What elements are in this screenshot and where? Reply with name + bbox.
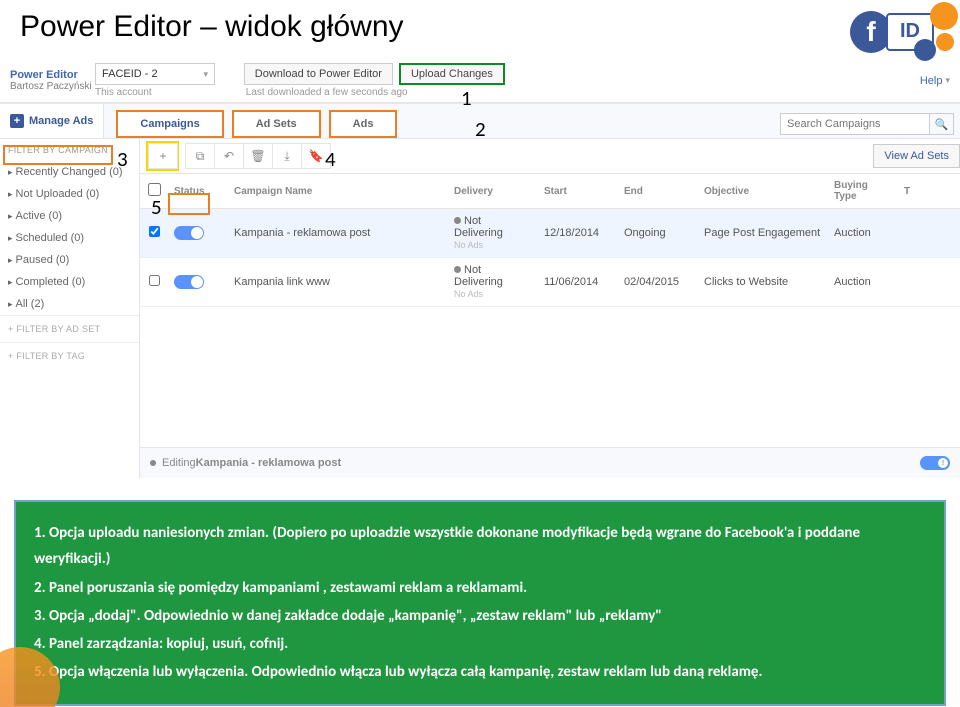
sidebar-item-label: Completed (0): [16, 276, 86, 288]
export-button[interactable]: ⤓: [272, 143, 302, 169]
annotation-1: 1: [461, 85, 472, 111]
table-header: Status Campaign Name Delivery Start End …: [140, 174, 960, 209]
sidebar-item-completed[interactable]: ▸Completed (0): [0, 271, 139, 293]
gear-icon: [914, 39, 936, 61]
col-start[interactable]: Start: [538, 180, 618, 203]
duplicate-button[interactable]: ⧉: [185, 143, 215, 169]
annotation-3: 3: [117, 146, 128, 172]
logo-area: f ID: [850, 4, 950, 59]
sidebar-item-label: Recently Changed (0): [16, 166, 123, 178]
sidebar-heading-tag[interactable]: FILTER BY TAG: [16, 351, 85, 361]
status-bar: Editing Kampania - reklamowa post !: [140, 447, 960, 478]
sidebar-item-scheduled[interactable]: ▸Scheduled (0): [0, 227, 139, 249]
start-date: 11/06/2014: [538, 270, 618, 294]
row-checkbox[interactable]: [149, 226, 160, 237]
sidebar-item-label: Not Uploaded (0): [16, 188, 100, 200]
col-objective[interactable]: Objective: [698, 180, 828, 203]
sidebar-item-paused[interactable]: ▸Paused (0): [0, 249, 139, 271]
main-area: FILTER BY CAMPAIGN ▸Recently Changed (0)…: [0, 139, 960, 478]
annotation-2: 2: [475, 116, 486, 142]
account-selector[interactable]: FACEID - 2: [95, 63, 215, 85]
info-line-5: 5. Opcja włączenia lub wyłączenia. Odpow…: [34, 659, 926, 685]
status-toggle[interactable]: [174, 226, 204, 240]
top-bar: Power Editor Bartosz Paczyński FACEID - …: [0, 59, 960, 103]
annotation-box-5: [168, 193, 210, 215]
plus-icon: +: [10, 114, 24, 128]
sidebar-item-not-uploaded[interactable]: ▸Not Uploaded (0): [0, 183, 139, 205]
start-date: 12/18/2014: [538, 221, 618, 245]
search-input[interactable]: [780, 113, 930, 135]
delivery-status: Not Delivering: [454, 215, 503, 239]
sidebar-item-label: All (2): [16, 298, 45, 310]
create-button[interactable]: +: [148, 143, 178, 169]
editing-name: Kampania - reklamowa post: [196, 457, 342, 469]
search-icon[interactable]: 🔍: [930, 113, 954, 135]
buying-type: Auction: [828, 221, 898, 245]
table-row[interactable]: Kampania link www Not DeliveringNo Ads 1…: [140, 258, 960, 307]
manage-ads-label: Manage Ads: [29, 115, 93, 127]
manage-ads-button[interactable]: + Manage Ads: [0, 104, 104, 138]
info-line-1: 1. Opcja uploadu naniesionych zmian. (Do…: [34, 520, 926, 573]
help-menu[interactable]: Help: [920, 75, 950, 87]
sidebar-item-label: Active (0): [16, 210, 62, 222]
sidebar-item-label: Scheduled (0): [16, 232, 85, 244]
objective: Clicks to Website: [698, 270, 828, 294]
account-sub: This account: [95, 87, 215, 98]
col-name[interactable]: Campaign Name: [228, 180, 448, 203]
tab-ad-sets[interactable]: Ad Sets: [232, 110, 321, 138]
table-row[interactable]: Kampania - reklamowa post Not Delivering…: [140, 209, 960, 258]
gear-icon: [936, 33, 954, 51]
sidebar-heading-adset[interactable]: FILTER BY AD SET: [16, 324, 100, 334]
tab-ads[interactable]: Ads: [329, 110, 398, 138]
info-box: 1. Opcja uploadu naniesionych zmian. (Do…: [14, 500, 946, 706]
col-buying-type[interactable]: Buying Type: [828, 174, 898, 208]
view-ad-sets-button[interactable]: View Ad Sets: [873, 144, 960, 168]
annotation-box-3: [3, 145, 113, 165]
campaign-name: Kampania - reklamowa post: [228, 221, 448, 245]
download-button[interactable]: Download to Power Editor: [244, 63, 393, 85]
annotation-4: 4: [325, 146, 336, 172]
upload-changes-button[interactable]: Upload Changes: [399, 63, 505, 85]
col-end[interactable]: End: [618, 180, 698, 203]
delete-button[interactable]: 🗑: [243, 143, 273, 169]
toolbar: + ⧉ ↶ 🗑 ⤓ 🔖 View Ad Sets: [140, 139, 960, 174]
delivery-sub: No Ads: [454, 240, 483, 250]
sidebar-item-label: Paused (0): [16, 254, 70, 266]
page-title: Power Editor – widok główny: [0, 0, 960, 59]
status-dot-icon: [454, 217, 461, 224]
gear-icon: [930, 2, 958, 30]
info-line-4: 4. Panel zarządzania: kopiuj, usuń, cofn…: [34, 631, 926, 657]
content-area: + ⧉ ↶ 🗑 ⤓ 🔖 View Ad Sets Status Campaign…: [140, 139, 960, 478]
objective: Page Post Engagement: [698, 221, 828, 245]
col-delivery[interactable]: Delivery: [448, 180, 538, 203]
end-date: 02/04/2015: [618, 270, 698, 294]
annotation-5: 5: [151, 194, 162, 220]
status-bar-toggle[interactable]: !: [920, 456, 950, 470]
status-dot-icon: [454, 266, 461, 273]
status-dot-icon: [150, 460, 156, 466]
info-line-3: 3. Opcja „dodaj". Odpowiednio w danej za…: [34, 603, 926, 629]
end-date: Ongoing: [618, 221, 698, 245]
account-name: FACEID - 2: [102, 68, 158, 80]
editing-label: Editing: [162, 457, 196, 469]
delivery-status: Not Delivering: [454, 264, 503, 288]
revert-button[interactable]: ↶: [214, 143, 244, 169]
buying-type: Auction: [828, 270, 898, 294]
tab-campaigns[interactable]: Campaigns: [116, 110, 223, 138]
col-t[interactable]: T: [898, 180, 918, 203]
info-line-2: 2. Panel poruszania się pomiędzy kampani…: [34, 575, 926, 601]
campaign-name: Kampania link www: [228, 270, 448, 294]
sidebar-item-all[interactable]: ▸All (2): [0, 293, 139, 315]
row-checkbox[interactable]: [149, 275, 160, 286]
app-title: Power Editor: [10, 69, 85, 81]
sidebar-item-active[interactable]: ▸Active (0): [0, 205, 139, 227]
status-toggle[interactable]: [174, 275, 204, 289]
app-subtitle: Bartosz Paczyński: [10, 81, 95, 92]
delivery-sub: No Ads: [454, 289, 483, 299]
sidebar: FILTER BY CAMPAIGN ▸Recently Changed (0)…: [0, 139, 140, 478]
